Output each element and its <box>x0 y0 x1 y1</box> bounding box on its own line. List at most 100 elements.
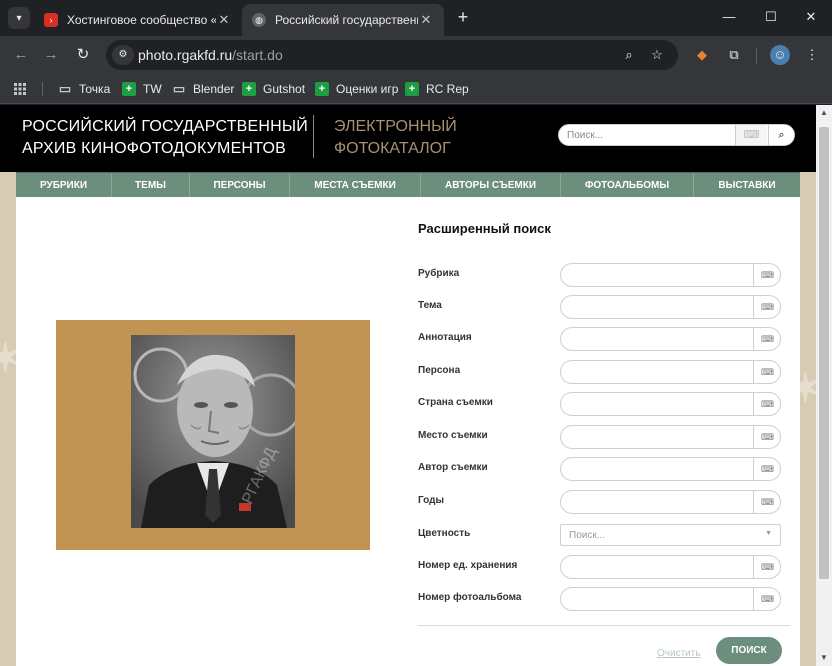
field-label: Аннотация <box>418 332 472 343</box>
topic-input[interactable]: ⌨ <box>560 295 781 319</box>
archive-logo[interactable]: РОССИЙСКИЙ ГОСУДАРСТВЕННЫЙ АРХИВ КИНОФОТ… <box>22 116 308 160</box>
archive-photo[interactable]: РГАКФД <box>131 335 295 528</box>
keyboard-icon[interactable]: ⌨ <box>753 361 781 383</box>
menu-rubrics[interactable]: РУБРИКИ <box>16 173 112 197</box>
color-select[interactable]: Поиск... ▼ <box>560 524 781 546</box>
years-input[interactable]: ⌨ <box>560 490 781 514</box>
content-panel: РГАКФД Расширенный поиск Рубрика ⌨ Тема … <box>16 197 800 666</box>
metamask-extension-icon[interactable]: ◆ <box>692 45 712 65</box>
bookmark-blender[interactable]: ▭ Blender <box>172 80 235 98</box>
field-author: Автор съемки ⌨ <box>418 457 782 481</box>
subtitle-line2: ФОТОКАТАЛОГ <box>334 140 451 157</box>
tab-title: Хостинговое сообщество «Tim <box>67 13 216 27</box>
logo-line2: АРХИВ КИНОФОТОДОКУМЕНТОВ <box>22 140 286 157</box>
page-scrollbar[interactable]: ▲ ▼ <box>816 105 832 666</box>
sheets-icon: + <box>405 82 419 96</box>
close-tab-icon[interactable]: ✕ <box>418 12 434 28</box>
keyboard-icon[interactable]: ⌨ <box>753 264 781 286</box>
keyboard-icon[interactable]: ⌨ <box>753 393 781 415</box>
logo-line1: РОССИЙСКИЙ ГОСУДАРСТВЕННЫЙ <box>22 118 308 135</box>
bookmark-star-icon[interactable]: ☆ <box>648 46 666 64</box>
bookmark-label: Точка <box>79 82 111 96</box>
menu-exhibitions[interactable]: ВЫСТАВКИ <box>694 173 800 197</box>
profile-avatar[interactable]: ☺ <box>770 45 790 65</box>
site-search-input[interactable] <box>567 128 735 143</box>
back-icon[interactable]: ← <box>10 44 32 66</box>
field-label: Страна съемки <box>418 397 493 408</box>
search-icon[interactable]: ⌕ <box>768 125 794 145</box>
location-input[interactable]: ⌨ <box>560 425 781 449</box>
field-label: Номер ед. хранения <box>418 560 518 571</box>
extensions-puzzle-icon[interactable]: ⧉ <box>724 45 744 65</box>
annotation-input[interactable]: ⌨ <box>560 327 781 351</box>
field-label: Тема <box>418 300 442 311</box>
field-label: Рубрика <box>418 268 460 279</box>
field-label: Автор съемки <box>418 462 488 473</box>
bookmark-tochka[interactable]: ▭ Точка <box>58 80 110 98</box>
main-menu: РУБРИКИ ТЕМЫ ПЕРСОНЫ МЕСТА СЪЕМКИ АВТОРЫ… <box>16 172 800 197</box>
field-annotation: Аннотация ⌨ <box>418 327 782 351</box>
forward-icon[interactable]: → <box>40 44 62 66</box>
bookmark-game-ratings[interactable]: + Оценки игр <box>315 80 398 98</box>
logo-divider <box>313 115 314 158</box>
folder-icon: ▭ <box>58 81 72 96</box>
field-person: Персона ⌨ <box>418 360 782 384</box>
tab-rgakfd[interactable]: ◍ Российский государственный ✕ <box>242 4 444 36</box>
rubric-input[interactable]: ⌨ <box>560 263 781 287</box>
address-bar[interactable]: ⚙ photo.rgakfd.ru/start.do ⌕ ☆ <box>106 40 678 70</box>
keyboard-icon[interactable]: ⌨ <box>753 296 781 318</box>
keyboard-icon[interactable]: ⌨ <box>753 426 781 448</box>
select-placeholder: Поиск... <box>569 530 606 541</box>
bookmark-label: Gutshot <box>263 82 306 96</box>
browser-menu-icon[interactable]: ⋮ <box>802 45 822 65</box>
zoom-icon[interactable]: ⌕ <box>620 46 638 64</box>
maximize-icon[interactable]: ☐ <box>758 6 784 28</box>
sheets-icon: + <box>122 82 136 96</box>
folder-icon: ▭ <box>172 81 186 96</box>
bookmark-rc-rep[interactable]: + RC Rep <box>405 80 469 98</box>
url-path: /start.do <box>232 47 283 63</box>
field-color: Цветность Поиск... ▼ <box>418 523 782 547</box>
menu-locations[interactable]: МЕСТА СЪЕМКИ <box>290 173 421 197</box>
album-number-input[interactable]: ⌨ <box>560 587 781 611</box>
keyboard-icon[interactable]: ⌨ <box>753 458 781 480</box>
author-input[interactable]: ⌨ <box>560 457 781 481</box>
field-rubric: Рубрика ⌨ <box>418 263 782 287</box>
menu-albums[interactable]: ФОТОАЛЬБОМЫ <box>561 173 694 197</box>
scroll-up-icon[interactable]: ▲ <box>816 105 832 121</box>
minimize-icon[interactable]: — <box>716 6 742 28</box>
bookmark-tw[interactable]: + TW <box>122 80 162 98</box>
search-button[interactable]: ПОИСК <box>716 637 782 664</box>
menu-topics[interactable]: ТЕМЫ <box>112 173 190 197</box>
apps-grid-icon[interactable] <box>14 82 26 95</box>
person-input[interactable]: ⌨ <box>560 360 781 384</box>
keyboard-icon[interactable]: ⌨ <box>735 125 767 145</box>
country-input[interactable]: ⌨ <box>560 392 781 416</box>
menu-persons[interactable]: ПЕРСОНЫ <box>190 173 290 197</box>
new-tab-icon[interactable]: + <box>452 6 474 28</box>
page-viewport: ✶ ✶ РОССИЙСКИЙ ГОСУДАРСТВЕННЫЙ АРХИВ КИН… <box>0 105 816 666</box>
field-storage: Номер ед. хранения ⌨ <box>418 555 782 579</box>
reload-icon[interactable]: ↻ <box>72 44 94 66</box>
close-tab-icon[interactable]: ✕ <box>216 12 232 28</box>
scroll-down-icon[interactable]: ▼ <box>816 650 832 666</box>
bookmark-gutshot[interactable]: + Gutshot <box>242 80 305 98</box>
scroll-thumb[interactable] <box>819 127 829 579</box>
field-label: Цветность <box>418 528 471 539</box>
tab-hosting[interactable]: › Хостинговое сообщество «Tim ✕ <box>34 4 242 36</box>
close-window-icon[interactable]: ✕ <box>798 6 824 28</box>
keyboard-icon[interactable]: ⌨ <box>753 588 781 610</box>
tab-search-icon[interactable]: ▾ <box>8 7 30 29</box>
bookmarks-separator <box>42 82 43 96</box>
clear-button[interactable]: Очистить <box>657 648 701 659</box>
site-info-icon[interactable]: ⚙ <box>112 45 134 65</box>
advanced-search-title: Расширенный поиск <box>418 221 551 236</box>
field-topic: Тема ⌨ <box>418 295 782 319</box>
menu-authors[interactable]: АВТОРЫ СЪЕМКИ <box>421 173 561 197</box>
keyboard-icon[interactable]: ⌨ <box>753 556 781 578</box>
url-text[interactable]: photo.rgakfd.ru/start.do <box>138 47 283 63</box>
storage-number-input[interactable]: ⌨ <box>560 555 781 579</box>
sheets-icon: + <box>242 82 256 96</box>
keyboard-icon[interactable]: ⌨ <box>753 328 781 350</box>
keyboard-icon[interactable]: ⌨ <box>753 491 781 513</box>
